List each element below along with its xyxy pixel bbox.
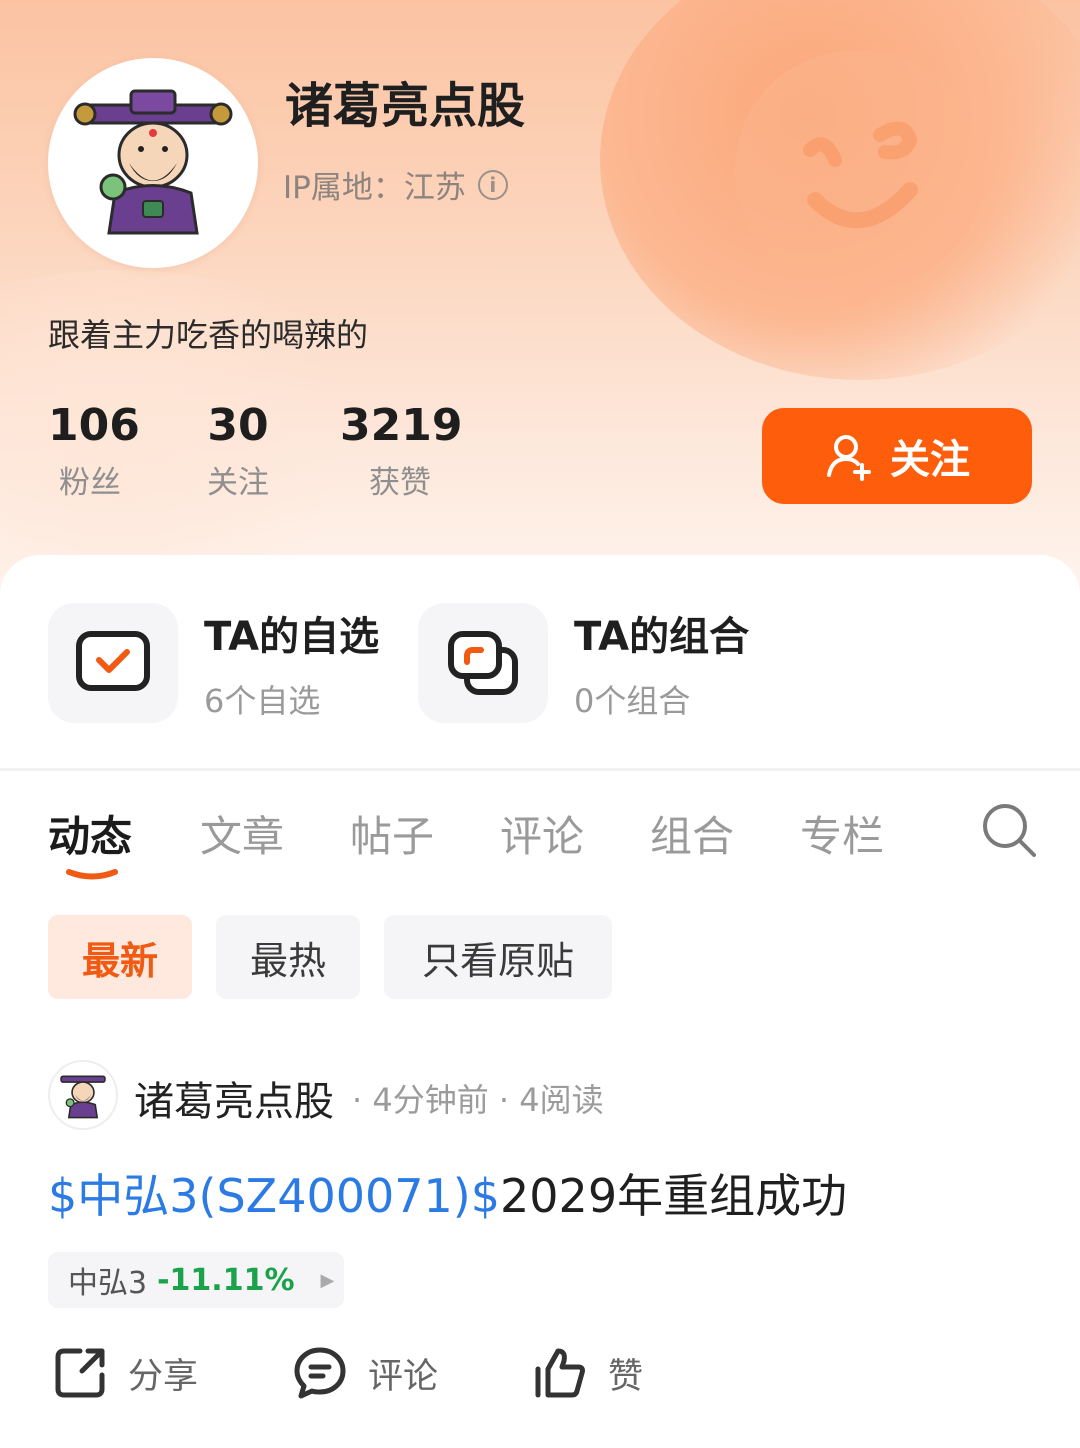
ip-location-label: IP属地：江苏 xyxy=(283,170,466,206)
like-button[interactable]: 赞 xyxy=(532,1345,643,1401)
feature-portfolio[interactable]: TA的组合 0个组合 xyxy=(418,603,749,723)
post-author-avatar[interactable] xyxy=(48,1060,118,1130)
stat-label: 关注 xyxy=(207,465,269,501)
stock-name: 中弘3 xyxy=(68,1266,148,1301)
feature-watchlist[interactable]: TA的自选 6个自选 xyxy=(48,603,379,723)
tab-articles[interactable]: 文章 xyxy=(200,803,284,864)
stat-value: 3219 xyxy=(340,400,463,451)
post-meta: · 4分钟前 · 4阅读 xyxy=(352,1081,604,1119)
post-content[interactable]: $中弘3(SZ400071)$2029年重组成功 xyxy=(48,1160,847,1226)
username: 诸葛亮点股 xyxy=(285,78,526,134)
stat-fans[interactable]: 106 粉丝 xyxy=(48,400,140,502)
stat-label: 获赞 xyxy=(369,465,431,501)
feature-title: TA的组合 xyxy=(574,614,750,660)
share-icon xyxy=(55,1348,105,1398)
comment-label: 评论 xyxy=(368,1356,439,1397)
share-button[interactable]: 分享 xyxy=(52,1345,198,1401)
stock-link[interactable]: $中弘3(SZ400071)$ xyxy=(48,1169,500,1223)
like-label: 赞 xyxy=(608,1356,644,1397)
stat-following[interactable]: 30 关注 xyxy=(200,400,276,502)
ip-location: IP属地：江苏 i xyxy=(283,162,508,207)
chevron-right-icon: ▶ xyxy=(320,1269,335,1291)
comment-icon xyxy=(294,1347,346,1399)
filter-original-only[interactable]: 只看原贴 xyxy=(384,915,612,999)
search-icon[interactable] xyxy=(980,801,1038,859)
avatar-figure-icon xyxy=(73,89,233,235)
info-icon[interactable]: i xyxy=(477,169,508,200)
tab-posts[interactable]: 帖子 xyxy=(350,803,434,864)
tab-dynamics[interactable]: 动态 xyxy=(48,803,132,864)
add-user-icon xyxy=(827,435,871,481)
stat-likes[interactable]: 3219 获赞 xyxy=(340,400,463,502)
tab-comments[interactable]: 评论 xyxy=(500,803,584,864)
comment-button[interactable]: 评论 xyxy=(292,1345,438,1401)
follow-label: 关注 xyxy=(890,437,970,483)
mascot-watermark-icon xyxy=(735,50,985,308)
feature-subtitle: 6个自选 xyxy=(204,682,321,720)
post-text: 2029年重组成功 xyxy=(500,1169,848,1223)
stat-label: 粉丝 xyxy=(59,465,121,501)
stat-value: 30 xyxy=(207,400,269,451)
feature-title: TA的自选 xyxy=(204,614,380,660)
bio: 跟着主力吃香的喝辣的 xyxy=(48,316,369,354)
avatar-figure-icon xyxy=(60,1075,106,1119)
stock-quote-chip[interactable]: 中弘3 -11.11% ▶ xyxy=(48,1252,344,1308)
tab-portfolios[interactable]: 组合 xyxy=(650,803,734,864)
watchlist-icon xyxy=(48,603,178,723)
avatar[interactable] xyxy=(48,58,258,268)
filter-latest[interactable]: 最新 xyxy=(48,915,192,999)
filter-hot[interactable]: 最热 xyxy=(216,915,360,999)
stock-change: -11.11% xyxy=(157,1262,295,1298)
post-author-name[interactable]: 诸葛亮点股 xyxy=(134,1069,334,1127)
divider xyxy=(0,768,1080,771)
portfolio-icon xyxy=(418,603,548,723)
profile-page: 诸葛亮点股 IP属地：江苏 i 跟着主力吃香的喝辣的 106 粉丝 30 关注 … xyxy=(0,0,1080,1448)
tab-active-indicator xyxy=(66,869,118,880)
stat-value: 106 xyxy=(48,400,140,451)
share-label: 分享 xyxy=(128,1356,199,1397)
feature-subtitle: 0个组合 xyxy=(574,682,691,720)
follow-button[interactable]: 关注 xyxy=(762,408,1032,504)
tab-columns[interactable]: 专栏 xyxy=(800,803,884,864)
content-card: TA的自选 6个自选 TA的组合 0个组合 动态 文章 帖子 评论 组合 专栏 xyxy=(0,555,1080,1448)
like-icon xyxy=(535,1348,585,1398)
